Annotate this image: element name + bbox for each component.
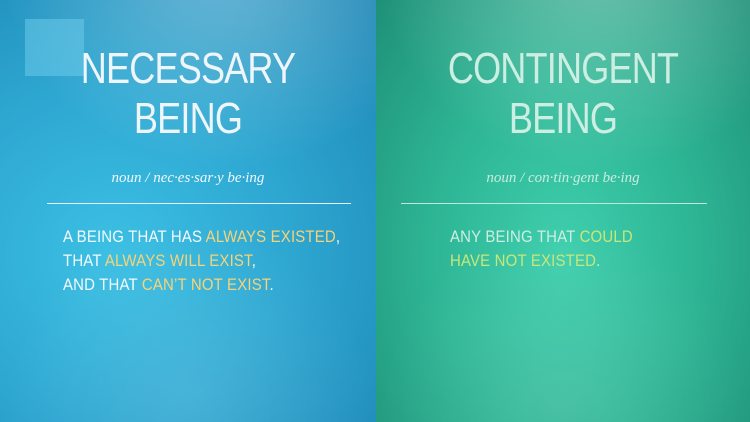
divider-line [401,203,707,204]
title-line-2: Being [508,94,618,143]
contingent-being-panel: Contingent Being noun / con·tin·gent be·… [376,0,750,422]
definition-line-1: Any being that could [450,225,633,249]
definition-text: , [251,251,257,270]
highlight-have-not-existed: have not existed [450,251,597,270]
definition-text: . [596,251,601,270]
title-line-1: Necessary [80,44,296,93]
highlight-always-existed: always existed [205,227,336,246]
contingent-being-title: Contingent Being [410,44,717,144]
definition-text: that [63,251,105,270]
definition-text: . [269,275,274,294]
necessary-being-definition: A being that has always existed, that al… [63,225,340,297]
title-line-1: Contingent [447,44,679,93]
necessary-being-title: Necessary Being [34,44,342,144]
definition-line-1: A being that has always existed, [63,225,340,249]
definition-line-2: that always will exist, [63,249,340,273]
contingent-being-definition: Any being that could have not existed. [450,225,633,273]
highlight-could: could [579,227,633,246]
definition-text: , [335,227,341,246]
contingent-being-pronunciation: noun / con·tin·gent be·ing [486,170,640,186]
highlight-always-will-exist: always will exist [104,251,252,270]
necessary-being-panel: Necessary Being noun / nec·es·sar·y be·i… [0,0,376,422]
definition-text: A being that has [63,227,206,246]
highlight-cant-not-exist: can’t not exist [141,275,270,294]
definition-text: Any being that [450,227,580,246]
definition-line-3: and that can’t not exist. [63,273,340,297]
necessary-being-pronunciation: noun / nec·es·sar·y be·ing [111,170,265,186]
title-line-2: Being [133,94,243,143]
definition-text: and that [63,275,142,294]
divider-line [47,203,351,204]
definition-line-2: have not existed. [450,249,633,273]
